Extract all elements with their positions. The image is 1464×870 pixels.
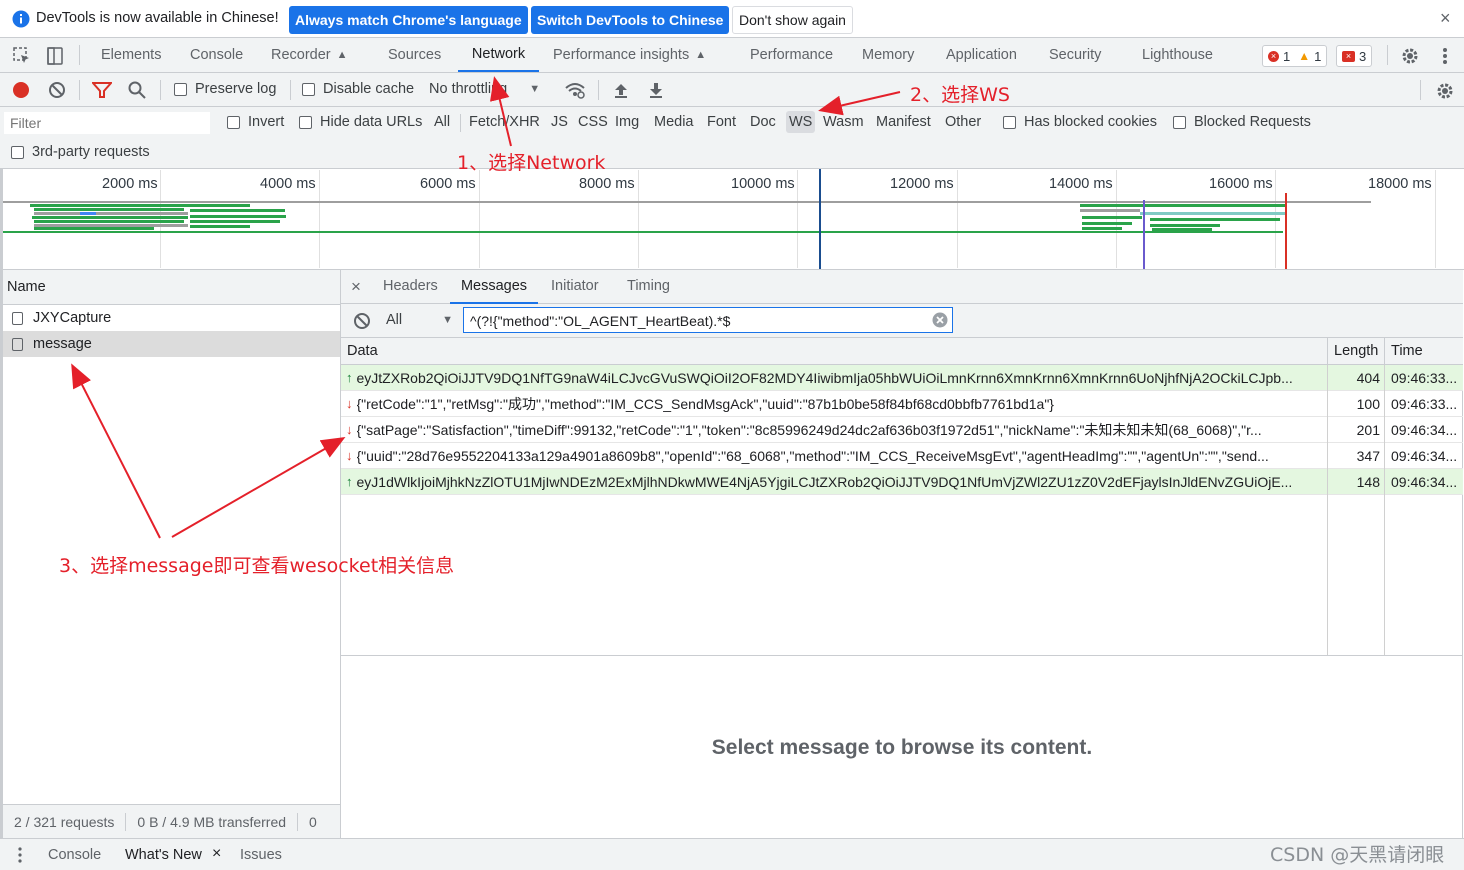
annotation-arrows — [71, 76, 901, 539]
annotation-select-message: 3、选择message即可查看wesocket相关信息 — [59, 555, 455, 577]
annotation-select-network: 1、选择Network — [457, 152, 606, 174]
annotation-select-ws: 2、选择WS — [910, 84, 1010, 106]
